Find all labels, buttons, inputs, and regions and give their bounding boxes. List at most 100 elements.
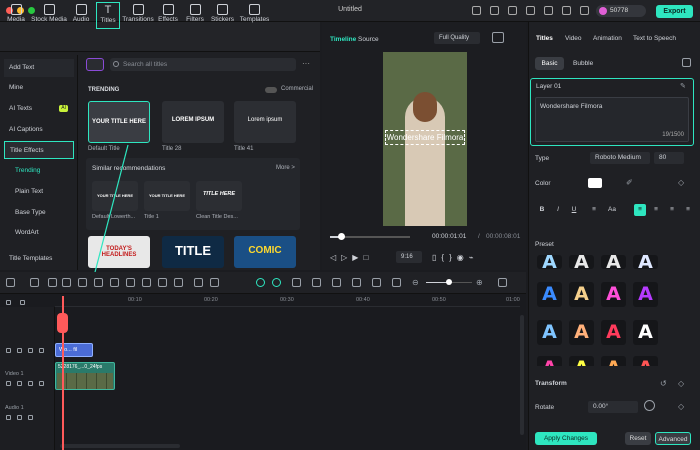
bold-icon[interactable]: B xyxy=(536,204,548,216)
preview-tab-source[interactable]: Source xyxy=(358,36,379,43)
reset-transform-icon[interactable]: ↺ xyxy=(660,379,667,388)
crop-icon[interactable] xyxy=(126,278,135,287)
timeline-h-scrollbar[interactable] xyxy=(60,444,180,448)
layout-toggle-icon[interactable] xyxy=(498,278,507,287)
shield-icon[interactable] xyxy=(312,278,321,287)
italic-icon[interactable]: I xyxy=(552,204,564,216)
rtab-titles[interactable]: Titles xyxy=(536,35,553,42)
advanced-button[interactable]: Advanced xyxy=(655,432,691,445)
rtab-animation[interactable]: Animation xyxy=(593,35,622,42)
visibility-icon[interactable] xyxy=(17,415,22,420)
edit-icon[interactable]: ✎ xyxy=(680,82,686,90)
lock-icon[interactable] xyxy=(6,381,11,386)
layout-icon[interactable] xyxy=(6,278,15,287)
progress-knob[interactable] xyxy=(338,233,345,240)
mic-icon[interactable] xyxy=(332,278,341,287)
reset-button[interactable]: Reset xyxy=(625,432,651,445)
transform-keyframe-icon[interactable]: ◇ xyxy=(678,379,684,388)
preset-style-3[interactable]: A xyxy=(601,255,626,269)
quality-dropdown[interactable]: Full Quality xyxy=(434,32,480,44)
align-left-icon[interactable]: ≡ xyxy=(634,204,646,216)
preset-style-16[interactable]: A xyxy=(633,356,658,366)
justify-icon[interactable]: ≡ xyxy=(682,204,694,216)
aspect-ratio-dropdown[interactable]: 9:16 xyxy=(396,251,422,263)
align-center-icon[interactable]: ≡ xyxy=(650,204,662,216)
undo-icon[interactable] xyxy=(48,278,57,287)
preset-style-7[interactable]: A xyxy=(601,282,626,307)
title-clip[interactable]: Wo... fil xyxy=(55,343,93,357)
eyedropper-icon[interactable]: ✐ xyxy=(626,178,633,187)
overlay-title-text[interactable]: Wondershare Filmora xyxy=(385,130,465,145)
grid-icon[interactable] xyxy=(392,278,401,287)
underline-icon[interactable]: U xyxy=(568,204,580,216)
preset-style-8[interactable]: A xyxy=(633,282,658,307)
track-icon[interactable] xyxy=(352,278,361,287)
playhead-handle[interactable] xyxy=(57,313,68,333)
ai-effect-icon[interactable] xyxy=(272,278,281,287)
speed-icon[interactable] xyxy=(142,278,151,287)
keyframe-icon[interactable]: ◇ xyxy=(678,178,684,187)
preset-style-15[interactable]: A xyxy=(601,356,626,366)
preset-style-1[interactable]: A xyxy=(537,255,562,269)
preset-style-9[interactable]: A xyxy=(537,320,562,345)
delete-icon[interactable] xyxy=(78,278,87,287)
text-icon[interactable] xyxy=(110,278,119,287)
subtab-basic[interactable]: Basic xyxy=(535,57,564,70)
transform-label[interactable]: Transform xyxy=(535,380,567,387)
preset-style-13[interactable]: A xyxy=(537,356,562,366)
split-icon[interactable] xyxy=(210,278,219,287)
select-icon[interactable] xyxy=(30,278,39,287)
color-icon[interactable] xyxy=(158,278,167,287)
rotate-keyframe-icon[interactable]: ◇ xyxy=(678,402,684,411)
save-preset-icon[interactable] xyxy=(682,58,691,67)
audio-toggle-icon[interactable] xyxy=(28,348,33,353)
audio-edit-icon[interactable] xyxy=(174,278,183,287)
snapshot-tool-icon[interactable] xyxy=(372,278,381,287)
link-icon[interactable] xyxy=(20,300,25,305)
lock-icon[interactable] xyxy=(6,415,11,420)
rotate-input[interactable]: 0.00° xyxy=(588,401,638,413)
cut-icon[interactable] xyxy=(94,278,103,287)
marker-icon[interactable] xyxy=(292,278,301,287)
preview-tab-timeline[interactable]: Timeline xyxy=(330,36,356,43)
preset-style-6[interactable]: A xyxy=(569,282,594,307)
preset-style-4[interactable]: A xyxy=(633,255,658,269)
preview-tools[interactable]: ▯{}◉⌁ xyxy=(432,253,479,262)
zoom-out-icon[interactable]: ⊖ xyxy=(412,278,419,287)
preset-style-14[interactable]: A xyxy=(569,356,594,366)
audio-toggle-icon[interactable] xyxy=(28,415,33,420)
subtab-bubble[interactable]: Bubble xyxy=(573,60,593,67)
visibility-icon[interactable] xyxy=(17,381,22,386)
line-spacing-icon[interactable]: ≡ xyxy=(588,204,600,216)
playback-controls[interactable]: ◁▷▶□ xyxy=(330,253,373,262)
title-text-field[interactable]: Wondershare Filmora 19/1500 xyxy=(535,97,689,142)
preset-style-11[interactable]: A xyxy=(601,320,626,345)
snapshot-icon[interactable] xyxy=(492,32,504,43)
font-size-dropdown[interactable]: 80 xyxy=(654,152,684,164)
lock-icon[interactable] xyxy=(6,348,11,353)
rotate-dial[interactable] xyxy=(644,400,655,411)
text-case-icon[interactable]: Aa xyxy=(606,204,618,216)
font-dropdown[interactable]: Roboto Medium xyxy=(590,152,650,164)
eye-icon[interactable] xyxy=(39,348,44,353)
apply-changes-button[interactable]: Apply Changes xyxy=(535,432,597,445)
preset-style-2[interactable]: A xyxy=(569,255,594,269)
preset-style-12[interactable]: A xyxy=(633,320,658,345)
zoom-knob[interactable] xyxy=(446,279,452,285)
preset-style-5[interactable]: A xyxy=(537,282,562,307)
align-right-icon[interactable]: ≡ xyxy=(666,204,678,216)
rtab-video[interactable]: Video xyxy=(565,35,582,42)
preset-style-10[interactable]: A xyxy=(569,320,594,345)
video-clip[interactable]: 5228176_...0_24fps xyxy=(55,362,115,390)
redo-icon[interactable] xyxy=(62,278,71,287)
color-swatch[interactable] xyxy=(588,178,602,188)
zoom-in-icon[interactable]: ⊕ xyxy=(476,278,483,287)
eye-icon[interactable] xyxy=(39,381,44,386)
rtab-text-to-speech[interactable]: Text to Speech xyxy=(633,35,676,42)
audio-toggle-icon[interactable] xyxy=(28,381,33,386)
keyframe-tool-icon[interactable] xyxy=(194,278,203,287)
visibility-icon[interactable] xyxy=(17,348,22,353)
ai-tool-icon[interactable] xyxy=(256,278,265,287)
add-track-icon[interactable] xyxy=(6,300,11,305)
timeline-scrollbar[interactable] xyxy=(520,315,524,435)
